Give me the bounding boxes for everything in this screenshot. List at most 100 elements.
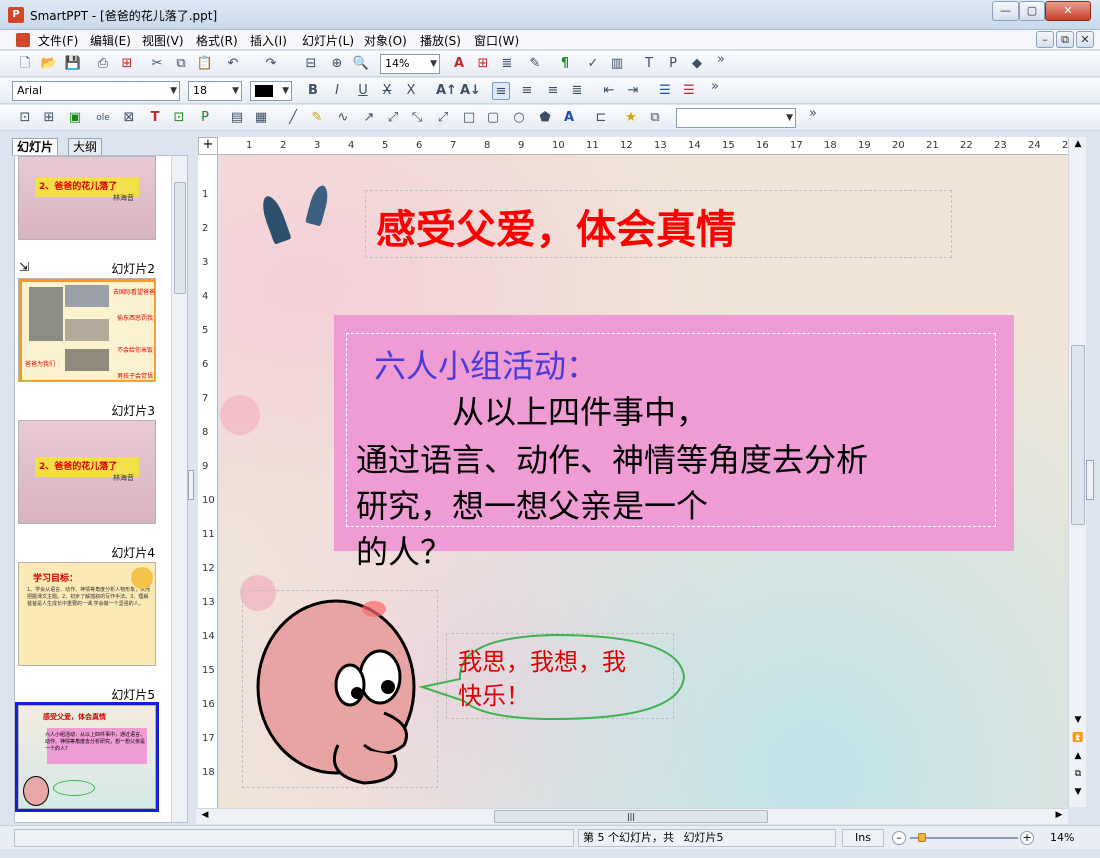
shapes-icon[interactable]: ⬟ xyxy=(536,109,554,127)
doc-close-button[interactable]: ✕ xyxy=(1076,31,1094,48)
font-shrink-icon[interactable]: A↓ xyxy=(460,82,481,100)
font-grow-icon[interactable]: A↑ xyxy=(436,82,457,100)
align-center-icon[interactable]: ≡ xyxy=(518,82,536,100)
line-icon[interactable]: ╱ xyxy=(284,109,302,127)
zoom-out-icon[interactable]: – xyxy=(892,831,906,845)
copy-icon[interactable]: ⧉ xyxy=(172,55,190,73)
paragraph-icon[interactable]: ¶ xyxy=(556,55,574,73)
scroll-left-icon[interactable]: ◀ xyxy=(198,810,212,824)
bold-icon[interactable]: B xyxy=(304,82,322,100)
elbow2-icon[interactable]: ⤢ xyxy=(434,109,452,127)
menu-format[interactable]: 格式(R) xyxy=(196,32,238,49)
tab-outline[interactable]: 大纲 xyxy=(68,138,103,156)
ellipse-icon[interactable]: ○ xyxy=(510,109,528,127)
menu-file[interactable]: 文件(F) xyxy=(38,32,78,49)
new-icon[interactable]: 🗋 xyxy=(16,55,34,73)
zoom-combo[interactable]: 14% ▼ xyxy=(380,54,440,74)
bullet-list-icon[interactable]: ☰ xyxy=(656,82,674,100)
scroll-up-icon[interactable]: ▲ xyxy=(1071,139,1085,153)
menu-play[interactable]: 播放(S) xyxy=(420,32,461,49)
zoom-in-icon[interactable]: + xyxy=(1020,831,1034,845)
more-icon[interactable]: » xyxy=(706,78,724,96)
pattern-icon[interactable]: P xyxy=(196,109,214,127)
page-number-icon[interactable]: ⊟ xyxy=(302,55,320,73)
open-icon[interactable]: 📂 xyxy=(40,55,58,73)
activity-line-1[interactable]: 从以上四件事中， xyxy=(452,387,708,433)
star-icon[interactable]: ★ xyxy=(622,109,640,127)
effects-icon[interactable]: ⧉ xyxy=(646,109,664,127)
number-list-icon[interactable]: ☰ xyxy=(680,82,698,100)
menu-object[interactable]: 对象(O) xyxy=(364,32,407,49)
pencil-icon[interactable]: ✎ xyxy=(308,109,326,127)
shadow-icon[interactable]: X xyxy=(402,82,420,100)
ruler-corner-icon[interactable]: + xyxy=(198,137,218,155)
rounded-rect-icon[interactable]: ▢ xyxy=(484,109,502,127)
insert-mode[interactable]: Ins xyxy=(842,829,884,847)
picture-icon[interactable]: P xyxy=(664,55,682,73)
redo-icon[interactable]: ↷ xyxy=(262,55,280,73)
font-color-icon[interactable]: A xyxy=(450,55,468,73)
elbow-icon[interactable]: ⤡ xyxy=(408,109,426,127)
justify-icon[interactable]: ≣ xyxy=(568,82,586,100)
ungroup-icon[interactable]: ▦ xyxy=(252,109,270,127)
menu-window[interactable]: 窗口(W) xyxy=(474,32,519,49)
zoom-in-icon[interactable]: ⊕ xyxy=(328,55,346,73)
thumbnail-scrollbar[interactable] xyxy=(171,156,187,822)
slide-scroll-thumb[interactable] xyxy=(1071,345,1085,525)
thumbnail-slide-3[interactable]: 2、爸爸的花儿落了 林海音 xyxy=(18,420,156,524)
ole-icon[interactable]: ole xyxy=(94,109,112,127)
format-icon[interactable]: ⊞ xyxy=(474,55,492,73)
thumbnail-slide-1[interactable]: 2、爸爸的花儿落了 林海音 xyxy=(18,156,156,240)
activity-title[interactable]: 六人小组活动： xyxy=(374,341,598,387)
chart-icon[interactable]: ▥ xyxy=(608,55,626,73)
arrow-icon[interactable]: ↗ xyxy=(360,109,378,127)
group-icon[interactable]: ▤ xyxy=(228,109,246,127)
menu-insert[interactable]: 插入(I) xyxy=(250,32,287,49)
align-right-icon[interactable]: ≡ xyxy=(544,82,562,100)
slide-heading[interactable]: 感受父爱，体会真情 xyxy=(376,197,736,255)
thumbnail-slide-2[interactable]: 去国际看望爸爸 偷东西惩罚我 不会给你米饭 爸爸为我们 男孩子会觉悟 xyxy=(18,278,156,382)
splitter-grip[interactable] xyxy=(188,470,194,500)
crop-icon[interactable]: ⊏ xyxy=(592,109,610,127)
doc-restore-button[interactable]: ⧉ xyxy=(1056,31,1074,48)
box3d-icon[interactable]: ◆ xyxy=(688,55,706,73)
italic-icon[interactable]: I xyxy=(328,82,346,100)
brush-icon[interactable]: ✎ xyxy=(526,55,544,73)
thumbnail-slide-4[interactable]: 学习目标： 1、学会从语言、动作、神情等角度分析人物形象，从而把握课文主题。2、… xyxy=(18,562,156,666)
more-icon[interactable]: » xyxy=(712,51,730,69)
h-scroll-thumb[interactable]: ||| xyxy=(494,810,768,823)
print-icon[interactable]: ⎙ xyxy=(94,55,112,73)
close-button[interactable]: ✕ xyxy=(1045,1,1091,21)
menu-edit[interactable]: 编辑(E) xyxy=(90,32,131,49)
bubble-text[interactable]: 我思，我想，我 快乐！ xyxy=(458,645,626,713)
restore-icon[interactable]: ⧉ xyxy=(1071,769,1085,783)
curve-icon[interactable]: ∿ xyxy=(334,109,352,127)
outdent-icon[interactable]: ⇤ xyxy=(600,82,618,100)
thumbnail-scroll-thumb[interactable] xyxy=(174,182,186,294)
connector-icon[interactable]: ⤢ xyxy=(384,109,402,127)
list-icon[interactable]: ≣ xyxy=(498,55,516,73)
scroll-down-icon[interactable]: ▼ xyxy=(1071,715,1085,729)
tab-slides[interactable]: 幻灯片 xyxy=(12,138,59,156)
textbox-icon[interactable]: T xyxy=(146,109,164,127)
scroll-right-icon[interactable]: ▶ xyxy=(1052,810,1066,824)
next-slide-icon[interactable]: ▼ xyxy=(1071,787,1085,801)
zoom-slider-track[interactable] xyxy=(910,837,1018,839)
frame-icon[interactable]: ⊡ xyxy=(170,109,188,127)
zoom-slider-handle[interactable] xyxy=(918,833,926,842)
underline-icon[interactable]: U xyxy=(354,82,372,100)
minimize-button[interactable]: — xyxy=(992,1,1019,21)
slide-horizontal-scrollbar[interactable]: ◀ ||| ▶ xyxy=(196,808,1068,824)
save-icon[interactable]: 💾 xyxy=(64,55,82,73)
font-name-combo[interactable]: Arial ▼ xyxy=(12,81,180,101)
rectangle-icon[interactable]: □ xyxy=(460,109,478,127)
prev-slide-first-icon[interactable]: ⏫ xyxy=(1071,733,1085,747)
paste-icon[interactable]: 📋 xyxy=(196,55,214,73)
style-combo[interactable]: ▼ xyxy=(676,108,796,128)
slide-vertical-scrollbar[interactable]: ▲ ▼ ⏫ ▲ ⧉ ▼ xyxy=(1068,137,1086,807)
zoom-icon[interactable]: 🔍 xyxy=(352,55,370,73)
activity-line-3[interactable]: 研究，想一想父亲是一个 xyxy=(356,481,708,527)
thumbnail-slide-5[interactable]: 感受父爱，体会真情 六人小组活动：从以上四件事中，通过语言、动作、神情等角度去分… xyxy=(18,705,156,809)
pdf-icon[interactable]: ⊞ xyxy=(118,55,136,73)
chart-object-icon[interactable]: ⊠ xyxy=(120,109,138,127)
